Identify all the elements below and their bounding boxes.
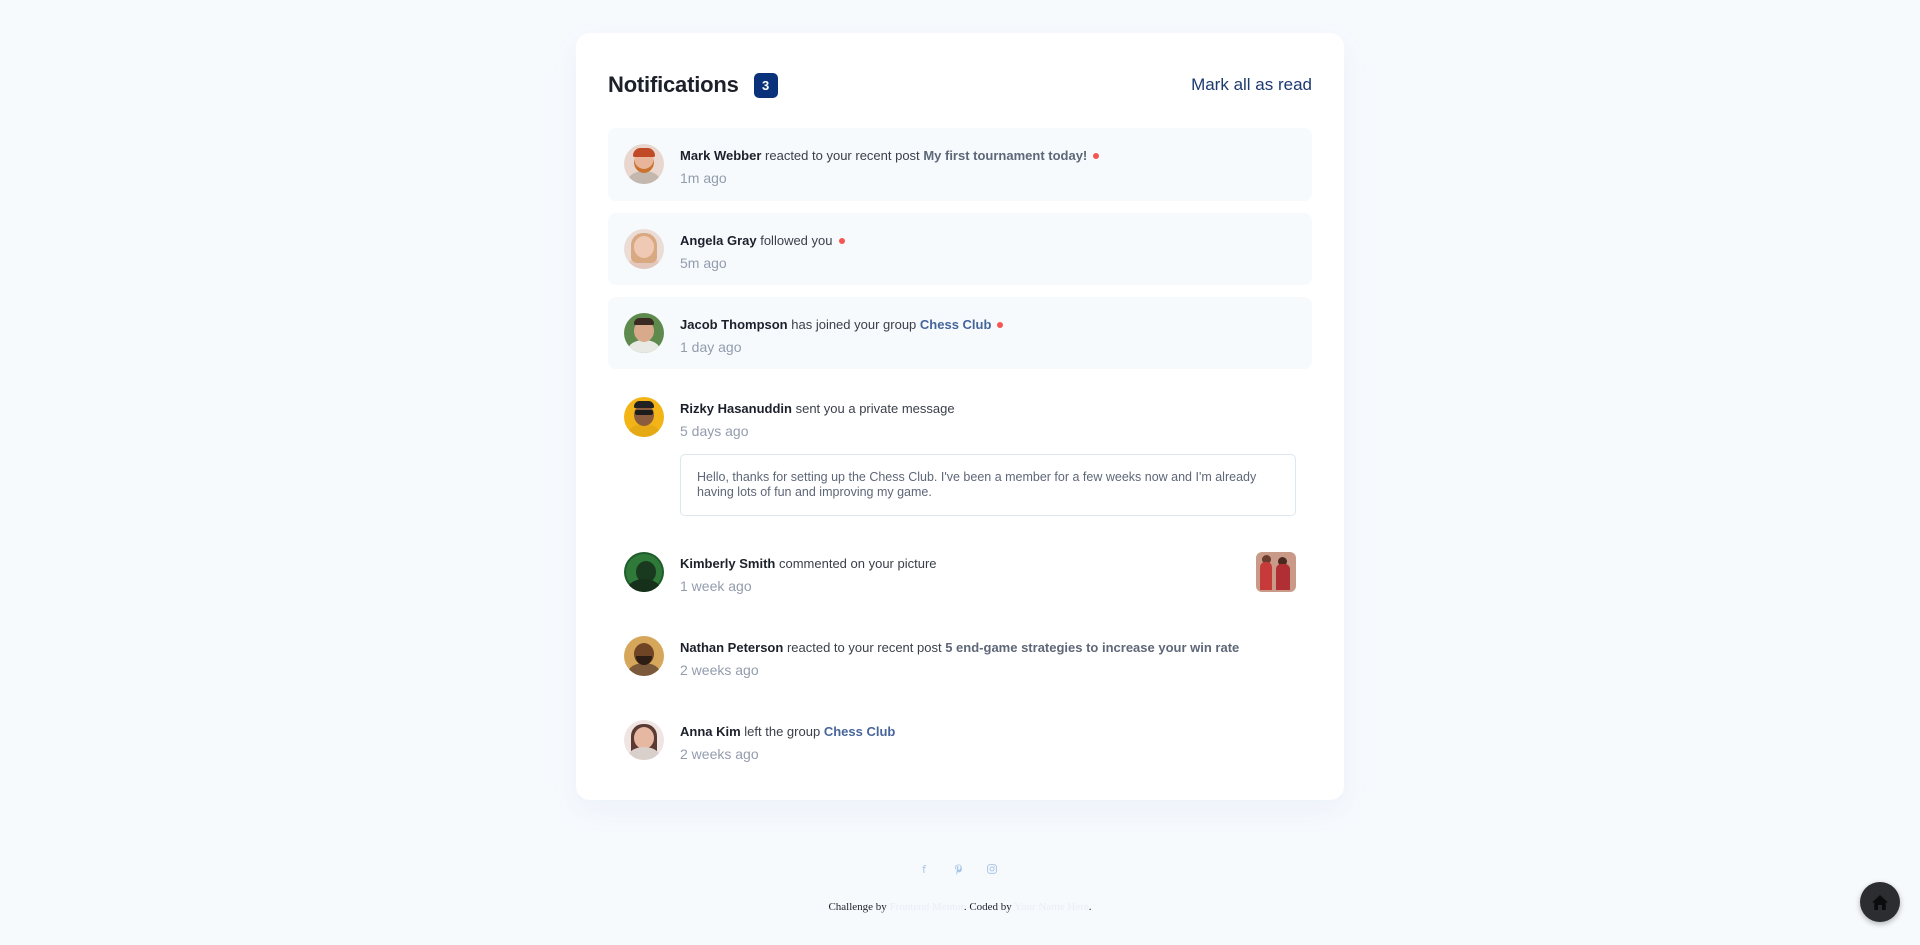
- notification-item[interactable]: Angela Gray followed you 5m ago: [608, 213, 1312, 285]
- page-title: Notifications: [608, 72, 739, 97]
- notifications-card: Notifications 3 Mark all as read Mark We…: [576, 33, 1344, 800]
- pinterest-icon[interactable]: [952, 862, 964, 876]
- notification-item[interactable]: Jacob Thompson has joined your group Che…: [608, 297, 1312, 369]
- unread-dot: [997, 321, 1004, 328]
- home-button[interactable]: [1860, 882, 1900, 922]
- notification-action: followed you: [760, 233, 833, 248]
- notification-text: Anna Kim left the group Chess Club: [680, 723, 1296, 741]
- notification-text: Kimberly Smith commented on your picture: [680, 555, 1244, 573]
- unread-dot: [838, 237, 845, 244]
- notification-time: 2 weeks ago: [680, 746, 759, 762]
- notification-time: 2 weeks ago: [680, 662, 759, 678]
- notification-time: 1 day ago: [680, 339, 742, 355]
- notification-text: Rizky Hasanuddin sent you a private mess…: [680, 400, 1296, 418]
- notification-text: Angela Gray followed you: [680, 232, 1296, 250]
- coded-prefix: . Coded by: [963, 901, 1012, 913]
- group-link[interactable]: Chess Club: [824, 724, 896, 739]
- challenge-link[interactable]: Frontend Mentor: [890, 901, 964, 913]
- attribution-suffix: .: [1088, 901, 1092, 913]
- notification-item[interactable]: Anna Kim left the group Chess Club 2 wee…: [608, 704, 1312, 776]
- user-name[interactable]: Rizky Hasanuddin: [680, 401, 792, 416]
- commented-picture-thumbnail[interactable]: [1256, 552, 1296, 592]
- title-wrap: Notifications 3: [608, 72, 778, 98]
- avatar: [624, 313, 664, 353]
- user-name[interactable]: Nathan Peterson: [680, 640, 783, 655]
- instagram-icon[interactable]: [986, 862, 998, 876]
- notification-content: Kimberly Smith commented on your picture…: [680, 552, 1244, 594]
- post-link[interactable]: 5 end-game strategies to increase your w…: [945, 640, 1239, 655]
- notification-content: Nathan Peterson reacted to your recent p…: [680, 636, 1296, 678]
- notification-text: Mark Webber reacted to your recent post …: [680, 147, 1296, 165]
- facebook-icon[interactable]: f: [918, 862, 930, 876]
- home-icon: [1872, 894, 1888, 910]
- notification-text: Nathan Peterson reacted to your recent p…: [680, 639, 1296, 657]
- notification-action: reacted to your recent post: [786, 640, 942, 655]
- user-name[interactable]: Jacob Thompson: [680, 317, 788, 332]
- notification-action: has joined your group: [791, 317, 917, 332]
- notification-item[interactable]: Mark Webber reacted to your recent post …: [608, 128, 1312, 201]
- avatar: [624, 229, 664, 269]
- attribution: Challenge by Frontend Mentor. Coded by Y…: [0, 901, 1920, 913]
- mark-all-as-read-button[interactable]: Mark all as read: [1191, 75, 1312, 95]
- unread-count-badge: 3: [753, 72, 778, 98]
- user-name[interactable]: Angela Gray: [680, 233, 757, 248]
- notification-time: 1 week ago: [680, 578, 752, 594]
- user-name[interactable]: Kimberly Smith: [680, 556, 775, 571]
- notification-action: sent you a private message: [795, 401, 955, 416]
- unread-dot: [1093, 152, 1100, 159]
- post-link[interactable]: My first tournament today!: [923, 148, 1087, 163]
- notification-content: Angela Gray followed you 5m ago: [680, 229, 1296, 271]
- avatar: [624, 397, 664, 437]
- private-message-preview[interactable]: Hello, thanks for setting up the Chess C…: [680, 454, 1296, 516]
- notification-item[interactable]: Nathan Peterson reacted to your recent p…: [608, 620, 1312, 692]
- notification-action: reacted to your recent post: [765, 148, 920, 163]
- avatar: [624, 552, 664, 592]
- group-link[interactable]: Chess Club: [920, 317, 992, 332]
- notification-text: Jacob Thompson has joined your group Che…: [680, 316, 1296, 334]
- notification-time: 5 days ago: [680, 423, 749, 439]
- user-name[interactable]: Anna Kim: [680, 724, 741, 739]
- notification-action: commented on your picture: [778, 556, 937, 571]
- notification-content: Mark Webber reacted to your recent post …: [680, 144, 1296, 186]
- notification-time: 1m ago: [680, 170, 727, 186]
- author-link[interactable]: Your Name Here: [1014, 901, 1089, 913]
- avatar: [624, 720, 664, 760]
- user-name[interactable]: Mark Webber: [680, 148, 761, 163]
- notification-time: 5m ago: [680, 255, 727, 271]
- social-links: f: [918, 862, 998, 876]
- notification-item[interactable]: Kimberly Smith commented on your picture…: [608, 536, 1312, 608]
- notification-action: left the group: [744, 724, 821, 739]
- notification-item[interactable]: Rizky Hasanuddin sent you a private mess…: [608, 381, 1312, 524]
- avatar: [624, 636, 664, 676]
- avatar: [624, 144, 664, 184]
- notifications-header: Notifications 3 Mark all as read: [608, 64, 1312, 106]
- notification-content: Anna Kim left the group Chess Club 2 wee…: [680, 720, 1296, 762]
- challenge-prefix: Challenge by: [828, 901, 887, 913]
- notification-content: Jacob Thompson has joined your group Che…: [680, 313, 1296, 355]
- notification-content: Rizky Hasanuddin sent you a private mess…: [680, 397, 1296, 516]
